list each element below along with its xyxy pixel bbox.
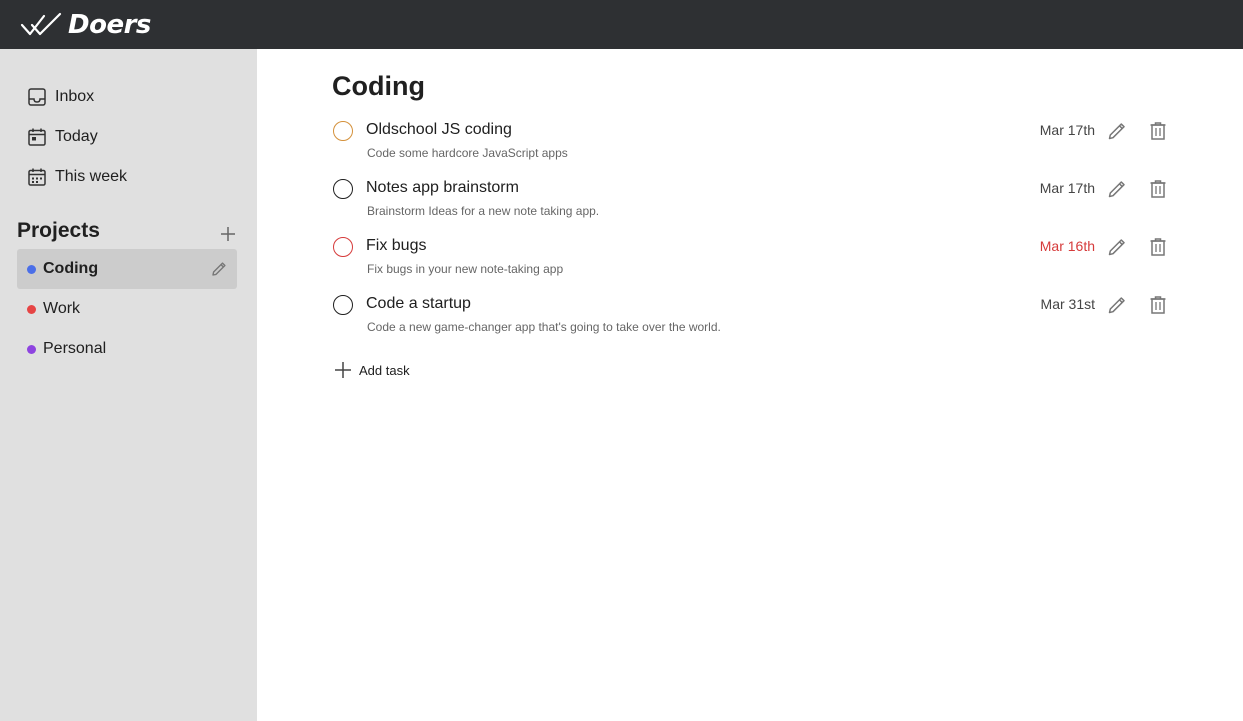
double-check-icon — [20, 12, 62, 35]
projects-title: Projects — [17, 219, 100, 242]
plus-icon — [333, 360, 353, 380]
trash-icon[interactable] — [1147, 236, 1169, 258]
nav-item-label: This week — [55, 168, 128, 185]
task-due-date: Mar 31st — [1040, 296, 1095, 312]
app-name: Doers — [68, 9, 151, 40]
project-item-work[interactable]: Work — [17, 289, 237, 329]
task-description: Code a new game-changer app that's going… — [367, 320, 721, 334]
trash-icon[interactable] — [1147, 120, 1169, 142]
page-title: Coding — [332, 71, 425, 101]
trash-icon[interactable] — [1147, 294, 1169, 316]
nav-item-this-week[interactable]: This week — [0, 157, 257, 197]
project-color-dot — [27, 344, 36, 354]
task-complete-checkbox[interactable] — [333, 295, 353, 315]
main-content: Coding Oldschool JS coding Code some har… — [332, 49, 1172, 383]
task-due-date: Mar 17th — [1039, 180, 1095, 196]
task-list: Oldschool JS coding Code some hardcore J… — [332, 119, 1172, 351]
task-item: Fix bugs Fix bugs in your new note-takin… — [332, 235, 1172, 293]
calendar-today-icon — [27, 127, 47, 147]
project-item-personal[interactable]: Personal — [17, 329, 237, 369]
top-bar: Doers — [0, 0, 1243, 49]
calendar-week-icon — [27, 167, 47, 187]
task-title: Notes app brainstorm — [366, 179, 519, 196]
projects-header: Projects — [17, 213, 237, 249]
task-complete-checkbox[interactable] — [333, 179, 353, 199]
project-color-dot — [27, 264, 36, 274]
task-item: Code a startup Code a new game-changer a… — [332, 293, 1172, 351]
project-label: Coding — [43, 260, 99, 277]
nav-item-label: Inbox — [55, 88, 95, 105]
nav-item-today[interactable]: Today — [0, 117, 257, 157]
add-project-plus-icon[interactable] — [219, 225, 237, 243]
pencil-icon[interactable] — [210, 260, 228, 278]
task-description: Code some hardcore JavaScript apps — [367, 146, 568, 160]
pencil-icon[interactable] — [1106, 294, 1128, 316]
task-due-date: Mar 17th — [1039, 122, 1095, 138]
task-title: Oldschool JS coding — [366, 121, 512, 138]
project-color-dot — [27, 304, 36, 314]
task-description: Brainstorm Ideas for a new note taking a… — [367, 204, 600, 218]
task-title: Code a startup — [366, 295, 471, 312]
sidebar: Inbox Today This week Projects Coding Wo… — [0, 49, 257, 721]
project-label: Work — [43, 300, 81, 317]
task-complete-checkbox[interactable] — [333, 237, 353, 257]
add-task-label: Add task — [359, 362, 410, 378]
pencil-icon[interactable] — [1106, 178, 1128, 200]
nav-item-inbox[interactable]: Inbox — [0, 77, 257, 117]
task-item: Notes app brainstorm Brainstorm Ideas fo… — [332, 177, 1172, 235]
project-item-coding[interactable]: Coding — [17, 249, 237, 289]
app-logo[interactable]: Doers — [20, 10, 151, 40]
nav-item-label: Today — [55, 128, 98, 145]
pencil-icon[interactable] — [1106, 120, 1128, 142]
trash-icon[interactable] — [1147, 178, 1169, 200]
task-complete-checkbox[interactable] — [333, 121, 353, 141]
project-label: Personal — [43, 340, 107, 357]
pencil-icon[interactable] — [1106, 236, 1128, 258]
task-title: Fix bugs — [366, 237, 427, 254]
task-item: Oldschool JS coding Code some hardcore J… — [332, 119, 1172, 177]
task-description: Fix bugs in your new note-taking app — [367, 262, 564, 276]
inbox-icon — [27, 87, 47, 107]
add-task-button[interactable]: Add task — [332, 357, 1172, 383]
task-due-date: Mar 16th — [1039, 238, 1095, 254]
